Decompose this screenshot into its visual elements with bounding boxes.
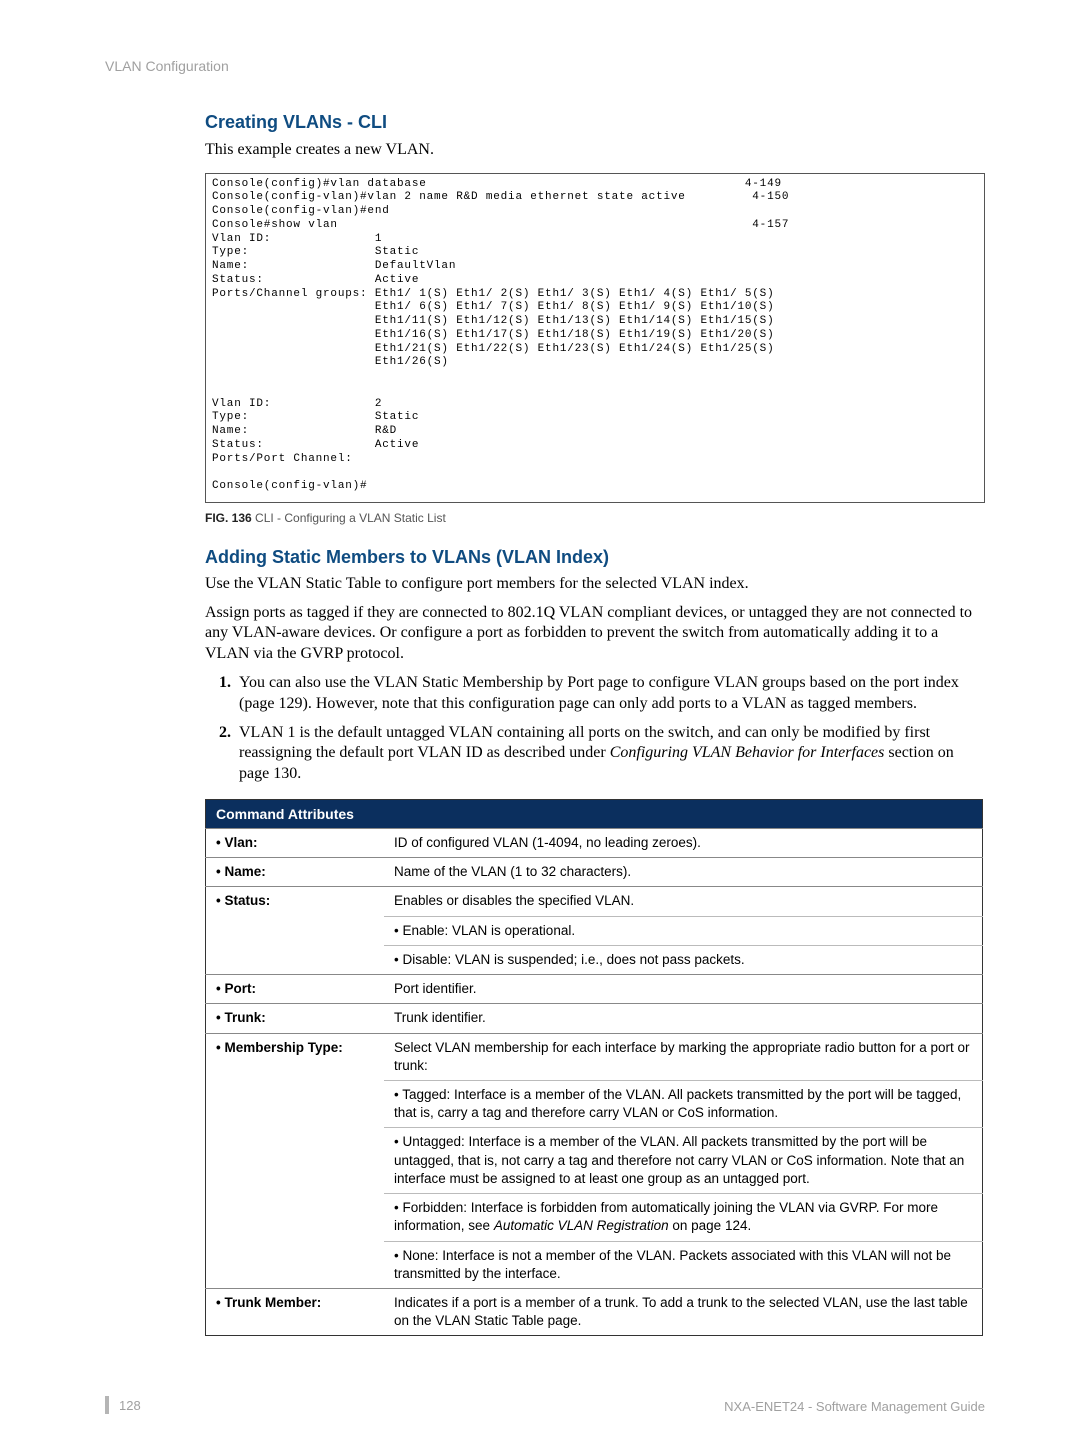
attr-label: • Name: bbox=[206, 858, 385, 887]
table-row: • Trunk Member:Indicates if a port is a … bbox=[206, 1288, 983, 1335]
page-footer: 128 NXA-ENET24 - Software Management Gui… bbox=[105, 1396, 985, 1414]
page-number: 128 bbox=[105, 1396, 141, 1414]
figure-caption: FIG. 136 CLI - Configuring a VLAN Static… bbox=[205, 511, 985, 525]
attr-label: • Membership Type: bbox=[206, 1033, 385, 1080]
body-para-a: Use the VLAN Static Table to configure p… bbox=[105, 574, 985, 595]
attr-desc: Trunk identifier. bbox=[384, 1004, 983, 1033]
heading-creating-vlans-cli: Creating VLANs - CLI bbox=[105, 112, 985, 133]
table-row: • Membership Type:Select VLAN membership… bbox=[206, 1033, 983, 1080]
table-row: • Untagged: Interface is a member of the… bbox=[206, 1128, 983, 1194]
table-row: • Enable: VLAN is operational. bbox=[206, 916, 983, 945]
attr-sub-desc: • Enable: VLAN is operational. bbox=[384, 916, 983, 945]
attr-desc: Select VLAN membership for each interfac… bbox=[384, 1033, 983, 1080]
figure-number: FIG. 136 bbox=[205, 511, 252, 525]
attr-label-empty bbox=[206, 1194, 385, 1241]
table-row: • Status:Enables or disables the specifi… bbox=[206, 887, 983, 916]
console-output-box: Console(config)#vlan database 4-149 Cons… bbox=[205, 173, 985, 503]
command-attributes-table: Command Attributes • Vlan:ID of configur… bbox=[205, 799, 983, 1336]
attr-label: • Vlan: bbox=[206, 829, 385, 858]
attr-sub-desc: • Forbidden: Interface is forbidden from… bbox=[384, 1194, 983, 1241]
attr-desc: Name of the VLAN (1 to 32 characters). bbox=[384, 858, 983, 887]
attr-label-empty bbox=[206, 945, 385, 974]
footer-doc-title: NXA-ENET24 - Software Management Guide bbox=[724, 1399, 985, 1414]
attr-label-empty bbox=[206, 1080, 385, 1127]
attr-desc: Port identifier. bbox=[384, 975, 983, 1004]
attr-desc: Enables or disables the specified VLAN. bbox=[384, 887, 983, 916]
table-row: • Disable: VLAN is suspended; i.e., does… bbox=[206, 945, 983, 974]
table-row: • Vlan:ID of configured VLAN (1-4094, no… bbox=[206, 829, 983, 858]
attr-desc: ID of configured VLAN (1-4094, no leadin… bbox=[384, 829, 983, 858]
attr-label: • Port: bbox=[206, 975, 385, 1004]
table-row: • Forbidden: Interface is forbidden from… bbox=[206, 1194, 983, 1241]
attr-desc: Indicates if a port is a member of a tru… bbox=[384, 1288, 983, 1335]
breadcrumb: VLAN Configuration bbox=[105, 58, 985, 74]
attr-label: • Status: bbox=[206, 887, 385, 916]
attr-sub-desc: • Tagged: Interface is a member of the V… bbox=[384, 1080, 983, 1127]
attr-sub-desc: • None: Interface is not a member of the… bbox=[384, 1241, 983, 1288]
numbered-list: You can also use the VLAN Static Members… bbox=[105, 673, 985, 785]
heading-adding-static-members: Adding Static Members to VLANs (VLAN Ind… bbox=[105, 547, 985, 568]
li-text-italic: Configuring VLAN Behavior for Interfaces bbox=[610, 744, 885, 761]
attr-label-empty bbox=[206, 916, 385, 945]
attr-label: • Trunk: bbox=[206, 1004, 385, 1033]
table-row: • Name:Name of the VLAN (1 to 32 charact… bbox=[206, 858, 983, 887]
intro-text-1: This example creates a new VLAN. bbox=[105, 139, 985, 161]
table-header: Command Attributes bbox=[206, 800, 983, 829]
attr-label-empty bbox=[206, 1128, 385, 1194]
list-item: You can also use the VLAN Static Members… bbox=[235, 673, 985, 715]
body-para-b: Assign ports as tagged if they are conne… bbox=[105, 603, 985, 665]
attr-sub-desc: • Untagged: Interface is a member of the… bbox=[384, 1128, 983, 1194]
figure-text: CLI - Configuring a VLAN Static List bbox=[252, 511, 446, 525]
table-row: • Tagged: Interface is a member of the V… bbox=[206, 1080, 983, 1127]
list-item: VLAN 1 is the default untagged VLAN cont… bbox=[235, 723, 985, 785]
attr-sub-desc: • Disable: VLAN is suspended; i.e., does… bbox=[384, 945, 983, 974]
table-row: • Port:Port identifier. bbox=[206, 975, 983, 1004]
table-row: • Trunk:Trunk identifier. bbox=[206, 1004, 983, 1033]
attr-label-empty bbox=[206, 1241, 385, 1288]
attr-label: • Trunk Member: bbox=[206, 1288, 385, 1335]
table-row: • None: Interface is not a member of the… bbox=[206, 1241, 983, 1288]
